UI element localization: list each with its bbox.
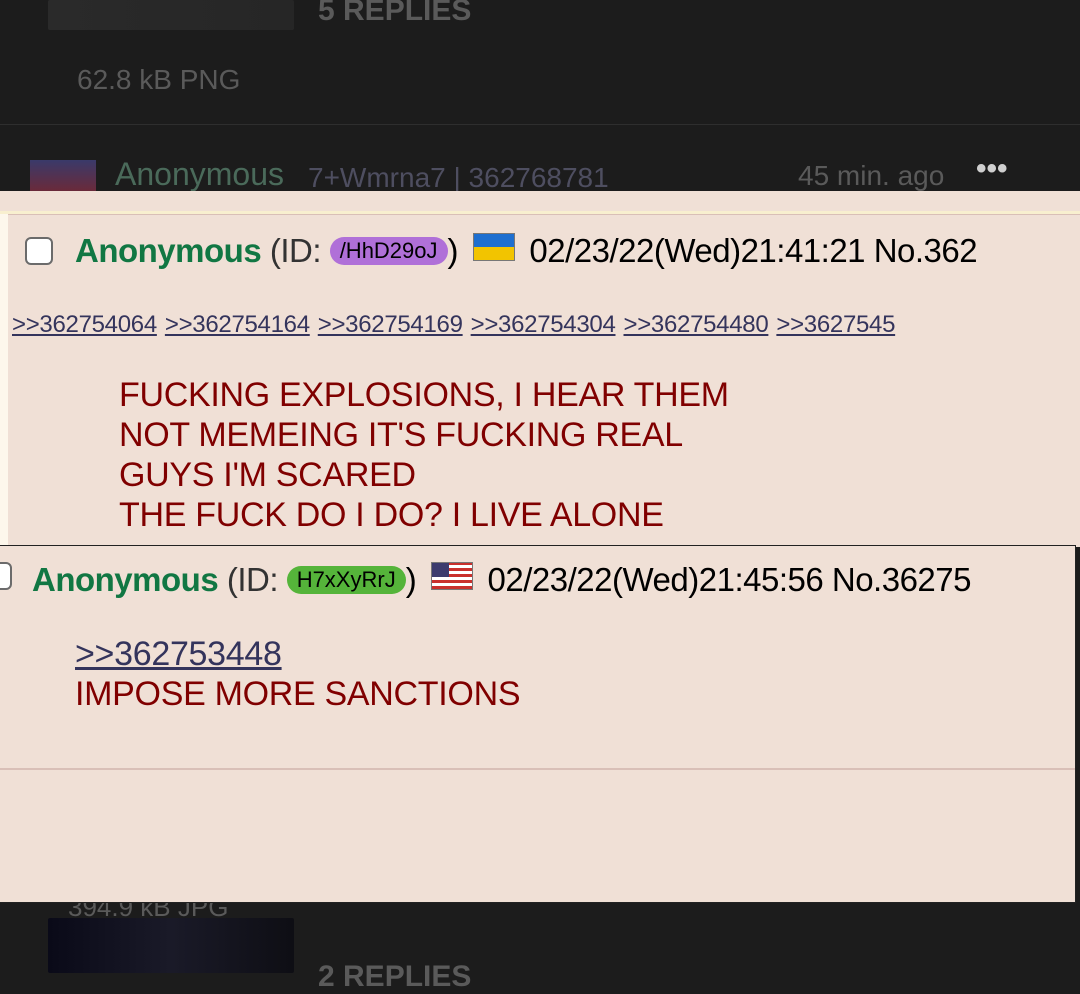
backlink[interactable]: >>362754169 (318, 311, 463, 338)
post-separator (0, 768, 1075, 770)
panel-edge (0, 191, 8, 547)
post-datetime: 02/23/22(Wed)21:41:21 (529, 232, 866, 269)
post-number[interactable]: No.36275 (832, 561, 972, 598)
poster-id-badge[interactable]: /HhD29oJ (329, 237, 448, 265)
post-message: >>362753448 IMPOSE MORE SANCTIONS (75, 634, 521, 714)
message-line: THE FUCK DO I DO? I LIVE ALONE (119, 496, 664, 534)
message-line: FUCKING EXPLOSIONS, I HEAR THEM (119, 376, 729, 414)
id-suffix: ) (405, 561, 417, 598)
bottom-replies-count[interactable]: 2 REPLIES (318, 960, 471, 994)
id-prefix: (ID: (226, 561, 279, 598)
ukraine-flag-icon (472, 231, 515, 269)
poster-name: Anonymous (32, 561, 219, 598)
backlink[interactable]: >>362754304 (471, 311, 616, 338)
id-suffix: ) (447, 232, 459, 269)
poster-id: 7+Wmrna7 | 362768781 (308, 162, 609, 193)
more-options-icon[interactable]: ••• (976, 152, 1008, 186)
post-header: Anonymous (ID: /HhD29oJ) 02/23/22(Wed)21… (75, 231, 978, 270)
post-datetime: 02/23/22(Wed)21:45:56 (487, 561, 824, 598)
bottom-image-thumbnail[interactable] (48, 918, 294, 973)
top-replies-count[interactable]: 5 REPLIES (318, 0, 471, 28)
message-line: NOT MEMEING IT'S FUCKING REAL (119, 416, 683, 454)
backlink[interactable]: >>3627545 (776, 311, 895, 338)
poster-name: Anonymous (115, 156, 284, 192)
quote-link[interactable]: >>362753448 (75, 635, 282, 673)
poster-name: Anonymous (75, 232, 262, 269)
post-header: Anonymous (ID: H7xXyRrJ) 02/23/22(Wed)21… (32, 560, 972, 599)
post-message: FUCKING EXPLOSIONS, I HEAR THEM NOT MEME… (119, 375, 729, 535)
time-ago: 45 min. ago (798, 160, 945, 191)
post-checkbox[interactable] (0, 562, 12, 590)
backlink[interactable]: >>362754064 (12, 311, 157, 338)
backlink[interactable]: >>362754164 (165, 311, 310, 338)
backlinks: >>362754064 >>362754164 >>362754169 >>36275… (12, 311, 903, 339)
poster-id-badge[interactable]: H7xXyRrJ (286, 566, 406, 594)
top-file-info: 62.8 kB PNG (77, 64, 241, 95)
post-screenshot-1: Anonymous (ID: /HhD29oJ) 02/23/22(Wed)21… (0, 191, 1080, 547)
message-line: IMPOSE MORE SANCTIONS (75, 675, 521, 713)
reply-post: Anonymous (ID: /HhD29oJ) 02/23/22(Wed)21… (8, 214, 1080, 547)
divider (0, 124, 1080, 125)
us-flag-icon (430, 560, 473, 598)
post-checkbox[interactable] (25, 237, 53, 265)
backlink[interactable]: >>362754480 (624, 311, 769, 338)
previous-post-edge (0, 191, 1080, 214)
avatar (30, 160, 96, 191)
id-prefix: (ID: (269, 232, 322, 269)
post-number[interactable]: No.362 (874, 232, 978, 269)
post-screenshot-2: Anonymous (ID: H7xXyRrJ) 02/23/22(Wed)21… (0, 545, 1076, 903)
message-line: GUYS I'M SCARED (119, 456, 416, 494)
top-image-thumbnail[interactable] (48, 0, 294, 30)
